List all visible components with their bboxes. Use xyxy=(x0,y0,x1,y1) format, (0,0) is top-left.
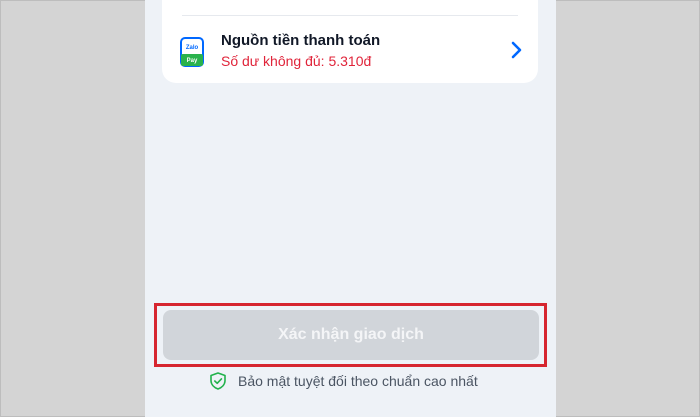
shield-check-icon xyxy=(210,372,226,390)
confirm-transaction-button[interactable]: Xác nhận giao dịch xyxy=(163,310,539,360)
card-divider xyxy=(182,15,518,16)
security-note-text: Bảo mật tuyệt đối theo chuẩn cao nhất xyxy=(238,373,478,389)
payment-source-card[interactable]: Zalo Pay Nguồn tiền thanh toán Số dư khô… xyxy=(162,0,538,83)
zalopay-icon: Zalo Pay xyxy=(180,37,204,67)
zalopay-icon-label-top: Zalo xyxy=(186,45,199,51)
insufficient-balance-text: Số dư không đủ: 5.310đ xyxy=(221,53,372,69)
payment-source-title: Nguồn tiền thanh toán xyxy=(221,32,381,49)
security-note: Bảo mật tuyệt đối theo chuẩn cao nhất xyxy=(209,371,478,391)
chevron-right-icon[interactable] xyxy=(510,40,524,60)
zalopay-icon-label-bottom: Pay xyxy=(187,58,198,64)
